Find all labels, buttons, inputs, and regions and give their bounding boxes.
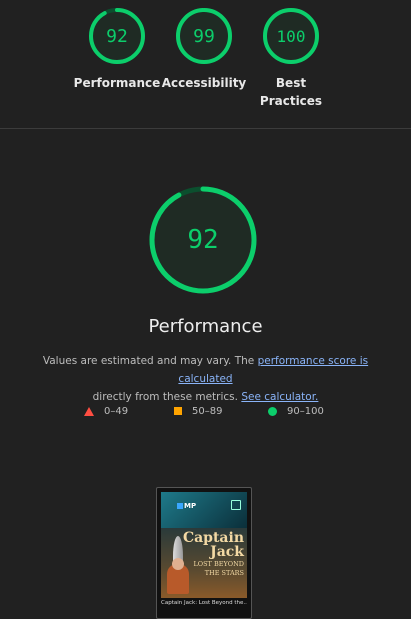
section-divider — [0, 128, 411, 129]
category-label-line: Performance — [73, 76, 161, 90]
description-text: directly from these metrics. — [92, 391, 242, 403]
logo-icon — [177, 503, 183, 509]
green-circle-icon — [268, 406, 277, 416]
best-practices-score-small: 100 — [276, 26, 306, 46]
poster-subtitle-line: LOST BEYOND — [193, 560, 244, 568]
legend-pass-range: 90–100 — [287, 405, 324, 417]
red-triangle-icon — [84, 406, 94, 416]
poster-title: Captain Jack — [183, 531, 244, 559]
performance-gauge-small[interactable]: 92 — [88, 7, 146, 65]
best-practices-gauge-small[interactable]: 100 — [262, 7, 320, 65]
performance-score-small: 92 — [106, 25, 128, 47]
category-label-line: Practices — [259, 94, 323, 108]
movie-caption: Captain Jack: Lost Beyond the... — [161, 600, 247, 606]
site-logo: MP — [177, 502, 196, 510]
legend-pass: 90–100 — [268, 404, 324, 418]
astronaut-head — [172, 558, 184, 570]
poster-title-line: Captain — [182, 530, 244, 546]
poster-title-line: Jack — [210, 544, 244, 560]
movie-poster: Captain Jack LOST BEYOND THE STARS — [161, 528, 247, 598]
poster-subtitle: LOST BEYOND THE STARS — [193, 560, 244, 578]
legend-fail: 0–49 — [84, 404, 128, 418]
see-calculator-link[interactable]: See calculator. — [241, 391, 318, 403]
accessibility-score-small: 99 — [193, 25, 215, 47]
site-header: MP — [161, 492, 247, 528]
final-screenshot-thumbnail[interactable]: MP Captain Jack LOST BEYOND THE STARS Ca… — [156, 487, 252, 619]
performance-score-large: 92 — [187, 225, 219, 255]
section-title: Performance — [148, 316, 263, 337]
legend-fail-range: 0–49 — [104, 405, 129, 417]
category-label-line: Best — [275, 76, 307, 90]
legend-average: 50–89 — [174, 404, 222, 418]
category-label-best-practices[interactable]: Best Practices — [236, 74, 346, 110]
legend-average-range: 50–89 — [192, 405, 223, 417]
category-label-line: Accessibility — [161, 76, 247, 90]
orange-square-icon — [174, 407, 182, 415]
menu-icon — [231, 500, 241, 510]
description-text: Values are estimated and may vary. The — [42, 355, 258, 367]
poster-subtitle-line: THE STARS — [204, 569, 244, 577]
performance-description: Values are estimated and may vary. The p… — [20, 352, 391, 406]
performance-gauge-large: 92 — [148, 185, 258, 295]
accessibility-gauge-small[interactable]: 99 — [175, 7, 233, 65]
logo-text: MP — [184, 502, 197, 510]
